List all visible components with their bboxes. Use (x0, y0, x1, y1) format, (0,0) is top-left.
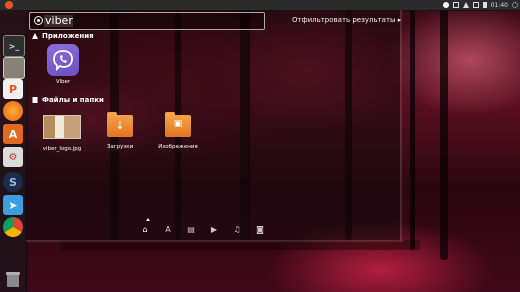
applications-icon[interactable]: A (163, 224, 173, 234)
lens-bar: ⌂ A ▤ ▶ ♫ ◙ (140, 222, 265, 236)
category-title: Файлы и папки (42, 96, 104, 104)
folder-result-pictures[interactable]: ▣ Изображения (148, 112, 208, 150)
folder-downloads-icon: ↓ (107, 112, 133, 137)
files-icon[interactable] (3, 57, 25, 79)
search-input[interactable] (45, 14, 255, 27)
mail-icon[interactable] (452, 2, 459, 8)
category-header-files[interactable]: Файлы и папки (32, 96, 104, 104)
category-title: Приложения (42, 32, 94, 40)
firefox-icon[interactable] (3, 101, 23, 121)
file-label: viber_logo.jpg (42, 146, 82, 152)
clear-search-icon[interactable] (34, 16, 43, 25)
keyboard-layout-icon[interactable] (472, 2, 479, 8)
steam-icon[interactable]: S (3, 172, 23, 192)
telegram-icon[interactable]: ➤ (3, 195, 23, 215)
app-label: Viber (55, 79, 71, 85)
music-icon[interactable]: ♫ (232, 224, 242, 234)
folder-label: Загрузки (106, 144, 134, 150)
gear-icon[interactable] (512, 2, 518, 8)
applications-icon (32, 33, 38, 39)
software-center-icon[interactable]: A (3, 124, 23, 144)
folder-pictures-icon: ▣ (165, 112, 191, 137)
photos-icon[interactable]: ◙ (255, 224, 265, 234)
active-lens-pointer (146, 218, 150, 221)
file-icon (32, 97, 38, 103)
volume-icon[interactable] (482, 2, 487, 8)
video-icon[interactable]: ▶ (209, 224, 219, 234)
dash-border-right (400, 10, 403, 240)
chevron-right-icon: ▸ (397, 16, 402, 24)
home-icon[interactable]: ⌂ (140, 224, 150, 234)
files-icon[interactable]: ▤ (186, 224, 196, 234)
launcher: >_ P A ⚙ S ➤ (0, 10, 27, 292)
dash-search-box[interactable] (29, 12, 265, 30)
skype-icon[interactable] (442, 2, 449, 8)
filter-results-label: Отфильтровать результаты (292, 16, 396, 24)
filter-results-button[interactable]: Отфильтровать результаты ▸ (292, 16, 401, 24)
ubuntu-logo-icon[interactable] (5, 1, 13, 9)
folder-result-downloads[interactable]: ↓ Загрузки (90, 112, 150, 150)
image-thumbnail (43, 115, 81, 139)
ubuntu-one-icon[interactable]: P (3, 79, 23, 99)
trash-icon[interactable] (4, 270, 22, 288)
clock[interactable]: 01:40 (491, 2, 508, 9)
app-result-viber[interactable]: Viber (43, 44, 83, 85)
category-header-apps[interactable]: Приложения (32, 32, 94, 40)
viber-icon (47, 44, 79, 76)
system-tray: 01:40 (442, 0, 518, 10)
chrome-icon[interactable] (3, 217, 23, 237)
terminal-icon[interactable]: >_ (3, 35, 25, 57)
file-result-viber-logo[interactable]: viber_logo.jpg (32, 115, 92, 152)
dash-border-bottom (26, 240, 403, 243)
system-settings-icon[interactable]: ⚙ (3, 147, 23, 167)
folder-label: Изображения (158, 144, 198, 150)
network-icon[interactable] (462, 2, 469, 8)
